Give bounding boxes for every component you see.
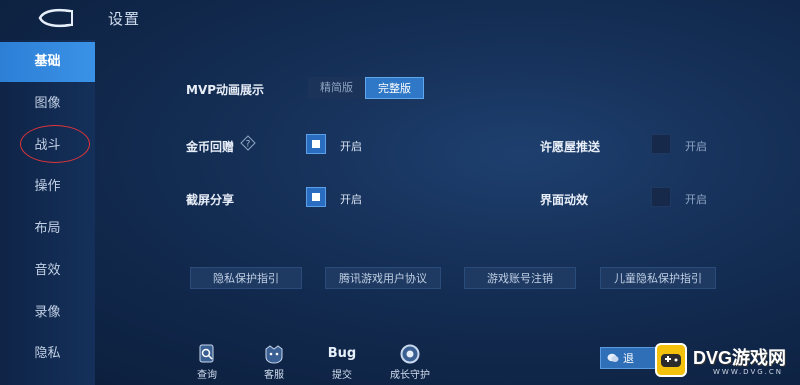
watermark-text: DVG游戏网 — [693, 348, 787, 368]
coin-replay-checkbox[interactable] — [306, 134, 326, 154]
sidebar-item-basic[interactable]: 基础 — [0, 42, 95, 82]
ui-effects-label: 界面动效 — [540, 193, 589, 207]
query-button[interactable]: 查询 — [182, 343, 232, 381]
help-icon[interactable]: ? — [240, 135, 256, 151]
sidebar-item-replay[interactable]: 录像 — [0, 293, 95, 333]
svg-text:?: ? — [246, 140, 251, 150]
watermark-logo: DVG游戏网 WWW.DVG.CN — [655, 340, 800, 385]
bug-icon: Bug — [327, 346, 357, 361]
account-deletion-link[interactable]: 游戏账号注销 — [464, 267, 576, 289]
mvp-segmented-control: 精简版 完整版 — [308, 77, 424, 99]
user-agreement-link[interactable]: 腾讯游戏用户协议 — [325, 267, 441, 289]
coin-replay-label: 金币回赠 — [186, 140, 235, 154]
sidebar: 基础 图像 战斗 操作 布局 音效 录像 隐私 — [0, 40, 95, 385]
growth-guard-icon — [400, 344, 420, 364]
customer-service-icon — [265, 345, 283, 364]
back-arrow-icon[interactable] — [36, 6, 76, 30]
mvp-option-simple[interactable]: 精简版 — [308, 77, 365, 99]
top-bar: 设置 — [0, 0, 800, 36]
sidebar-item-layout[interactable]: 布局 — [0, 209, 95, 249]
bug-submit-button[interactable]: Bug 提交 — [317, 343, 367, 381]
query-label: 查询 — [197, 370, 217, 381]
sidebar-item-controls[interactable]: 操作 — [0, 167, 95, 207]
wish-push-checkbox[interactable] — [651, 134, 671, 154]
watermark-subtext: WWW.DVG.CN — [713, 368, 784, 376]
sidebar-item-sound[interactable]: 音效 — [0, 251, 95, 291]
screenshot-share-label: 截屏分享 — [186, 193, 235, 207]
chat-icon — [607, 353, 619, 362]
sidebar-item-privacy[interactable]: 隐私 — [0, 334, 95, 374]
search-doc-icon — [199, 344, 214, 363]
sidebar-item-image[interactable]: 图像 — [0, 84, 95, 124]
customer-service-button[interactable]: 客服 — [249, 343, 299, 381]
privacy-guide-link[interactable]: 隐私保护指引 — [190, 267, 302, 289]
watermark-badge — [655, 343, 687, 377]
logout-label: 退 — [623, 352, 634, 365]
growth-guard-label: 成长守护 — [390, 370, 430, 381]
screenshot-share-toggle-text: 开启 — [340, 193, 362, 206]
gamepad-icon — [661, 354, 681, 367]
mvp-option-full[interactable]: 完整版 — [365, 77, 424, 99]
coin-replay-toggle-text: 开启 — [340, 140, 362, 153]
ui-effects-checkbox[interactable] — [651, 187, 671, 207]
customer-service-label: 客服 — [264, 370, 284, 381]
page-title: 设置 — [108, 10, 141, 28]
screenshot-share-checkbox[interactable] — [306, 187, 326, 207]
ui-effects-toggle-text: 开启 — [685, 193, 707, 206]
bug-submit-label: 提交 — [332, 370, 352, 381]
annotation-circle — [20, 125, 90, 163]
growth-guard-button[interactable]: 成长守护 — [385, 343, 435, 381]
mvp-label: MVP动画展示 — [186, 83, 265, 97]
wish-push-toggle-text: 开启 — [685, 140, 707, 153]
wish-push-label: 许愿屋推送 — [540, 140, 601, 154]
child-privacy-guide-link[interactable]: 儿童隐私保护指引 — [600, 267, 716, 289]
